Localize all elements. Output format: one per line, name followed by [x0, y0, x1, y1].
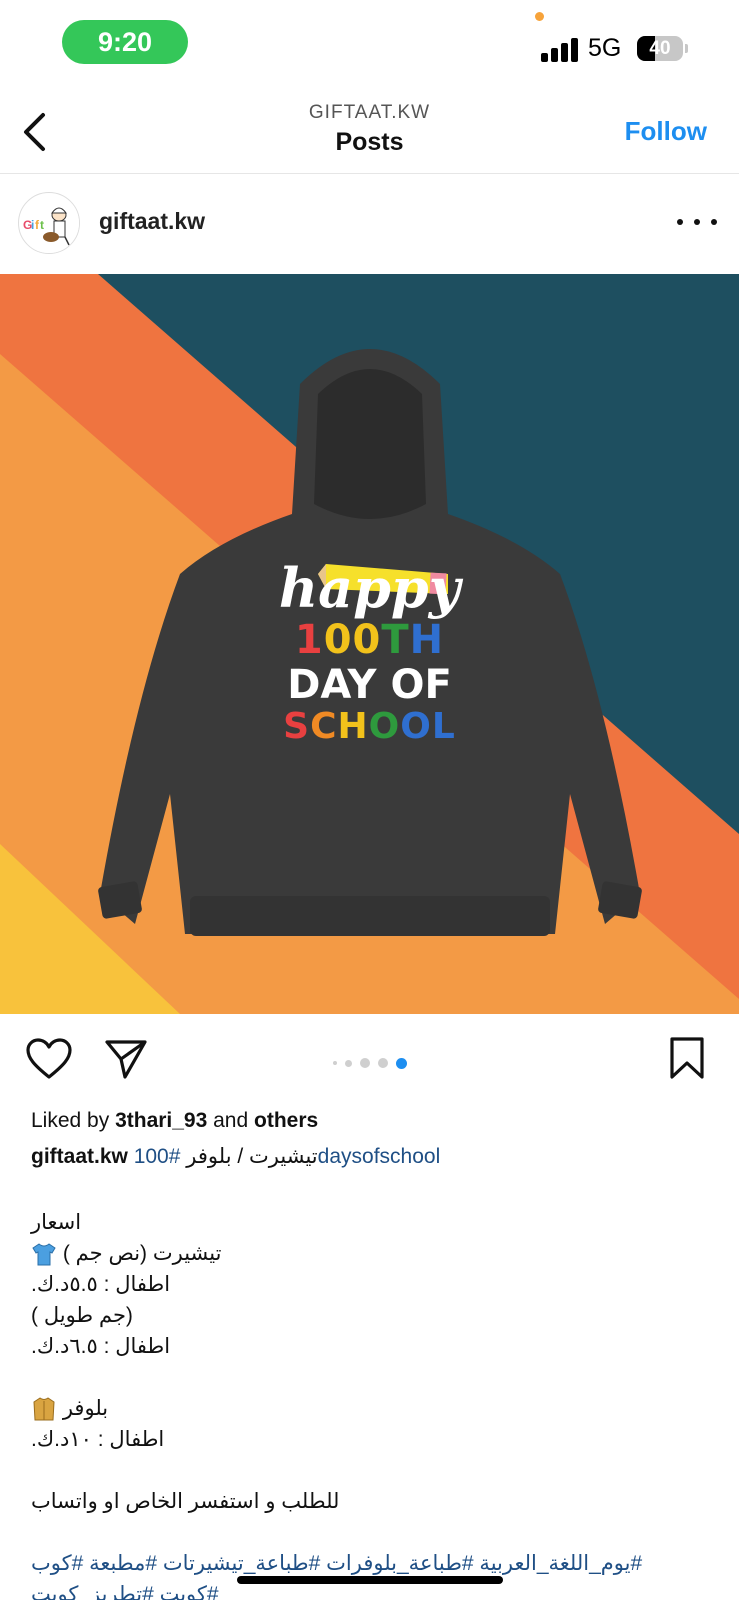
likes-middle: and — [207, 1109, 255, 1132]
avatar[interactable]: G i f t — [18, 192, 80, 254]
caption-body-text: تيشيرت (نص جم ) — [62, 1242, 222, 1265]
brand-logo-image: G i f t — [20, 194, 79, 253]
privacy-indicator-dot — [535, 12, 544, 21]
caption-text: تيشيرت / بلوفر — [180, 1145, 318, 1168]
carousel-dot — [344, 1059, 352, 1067]
print-line-day-of: DAY OF — [287, 662, 452, 708]
network-type: 5G — [588, 34, 622, 62]
svg-text:i: i — [31, 218, 34, 232]
carousel-indicator — [0, 1056, 739, 1070]
print-text: happy 100TH DAY OF SCHOOL — [0, 559, 739, 747]
likes-prefix: Liked by — [31, 1109, 116, 1132]
caption-body-line: اطفال : ٦.٥د.ك. — [31, 1335, 171, 1358]
post-actions — [0, 1014, 739, 1104]
print-line-100th: 100TH — [294, 617, 445, 663]
tshirt-icon — [31, 1242, 57, 1266]
liked-by-user[interactable]: 3thari_93 — [115, 1109, 207, 1132]
more-options-icon[interactable] — [677, 210, 717, 234]
caption-hashtag-number[interactable]: 100# — [134, 1145, 181, 1168]
home-indicator[interactable] — [237, 1576, 503, 1584]
status-time[interactable]: 9:20 — [62, 20, 188, 64]
status-bar: 9:20 5G 40 — [0, 0, 739, 90]
bookmark-icon — [670, 1037, 704, 1079]
caption-body-line-shirt: تيشيرت (نص جم ) — [31, 1238, 721, 1269]
likes-others[interactable]: others — [254, 1109, 318, 1132]
caption-body-line-hoodie: بلوفر — [31, 1393, 721, 1424]
follow-button[interactable]: Follow — [625, 116, 707, 147]
print-line-school: SCHOOL — [283, 706, 456, 747]
coat-icon — [31, 1397, 57, 1421]
caption-body-text: بلوفر — [62, 1397, 109, 1420]
print-line-happy: happy — [278, 556, 461, 620]
post-username[interactable]: giftaat.kw — [99, 208, 205, 235]
post-image[interactable]: happy 100TH DAY OF SCHOOL — [0, 274, 739, 1014]
battery-percent: 40 — [649, 38, 671, 59]
battery-icon: 40 — [637, 36, 683, 61]
signal-strength-icon — [541, 36, 579, 62]
caption-body-line: للطلب و استفسر الخاص او واتساب — [31, 1490, 340, 1513]
caption-body-line: (جم طويل ) — [31, 1304, 133, 1327]
caption-first-line: giftaat.kw 100# تيشيرت / بلوفرdaysofscho… — [31, 1138, 721, 1176]
caption-body-line: اسعار — [31, 1211, 82, 1234]
post-header: G i f t giftaat.kw — [0, 174, 739, 274]
post-caption: Liked by 3thari_93 and others giftaat.kw… — [31, 1104, 721, 1600]
carousel-dot — [377, 1058, 388, 1068]
save-button[interactable] — [669, 1036, 705, 1080]
caption-hashtag-word[interactable]: daysofschool — [318, 1145, 441, 1168]
carousel-dot — [359, 1058, 370, 1068]
caption-username[interactable]: giftaat.kw — [31, 1145, 128, 1168]
battery-tip — [685, 44, 688, 53]
caption-body-line: اطفال : ١٠د.ك. — [31, 1428, 165, 1451]
caption-body-line: اطفال : ٥.٥د.ك. — [31, 1273, 171, 1296]
nav-bar: GIFTAAT.KW Posts Follow — [0, 90, 739, 174]
carousel-dot — [332, 1061, 337, 1065]
svg-text:t: t — [40, 218, 44, 232]
carousel-dot-active — [395, 1057, 407, 1069]
likes-summary[interactable]: Liked by 3thari_93 and others — [31, 1104, 721, 1138]
caption-hashtags[interactable]: #يوم_اللغة_العربية #طباعة_بلوفرات #طباعة… — [31, 1548, 721, 1579]
